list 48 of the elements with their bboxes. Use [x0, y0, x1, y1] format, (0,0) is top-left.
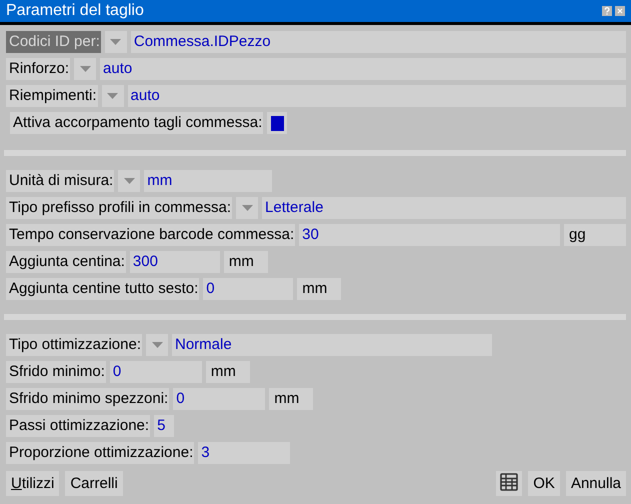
dropdown-field[interactable]: auto — [128, 85, 626, 107]
input-field[interactable]: 300 — [130, 251, 220, 273]
field-label: Aggiunta centine tutto sesto: — [6, 278, 200, 300]
field-label: Proporzione ottimizzazione: — [6, 442, 194, 464]
dropdown-caret-icon[interactable] — [107, 93, 118, 99]
field-label: Codici ID per: — [6, 31, 101, 53]
unit-label: mm — [269, 388, 314, 410]
field-label: Tempo conservazione barcode commessa: — [6, 224, 296, 246]
checkbox[interactable] — [267, 112, 288, 134]
close-icon[interactable] — [615, 6, 625, 16]
help-icon[interactable] — [602, 6, 612, 16]
field-label: Sfrido minimo: — [6, 361, 106, 383]
dropdown-caret-icon[interactable] — [110, 39, 122, 45]
table-icon — [500, 472, 518, 490]
dropdown-field[interactable]: auto — [100, 58, 626, 80]
field-label: Tipo prefisso profili in commessa: — [6, 197, 232, 219]
unit-label: gg — [564, 224, 626, 246]
unit-label: mm — [206, 361, 250, 383]
dropdown-field[interactable]: Commessa.IDPezzo — [130, 31, 626, 53]
dropdown-caret-icon[interactable] — [124, 178, 135, 184]
field-label: Riempimenti: — [6, 85, 98, 107]
dropdown-caret-icon[interactable] — [152, 342, 162, 348]
action-button[interactable]: Carrelli — [65, 471, 123, 496]
action-button[interactable]: Utilizzi — [6, 471, 60, 496]
field-label: Aggiunta centina: — [6, 251, 126, 273]
input-field[interactable]: 30 — [299, 224, 560, 246]
field-label: Sfrido minimo spezzoni: — [6, 388, 170, 410]
unit-label: mm — [297, 278, 342, 300]
dropdown-field[interactable]: Normale — [172, 334, 492, 356]
input-field[interactable]: 0 — [203, 278, 294, 300]
field-label: Passi ottimizzazione: — [6, 415, 150, 437]
input-field[interactable]: 0 — [110, 361, 202, 383]
dropdown-caret-icon[interactable] — [242, 205, 253, 211]
field-label: Unità di misura: — [6, 170, 114, 192]
input-field[interactable]: 0 — [173, 388, 266, 410]
window-title: Parametri del taglio — [6, 2, 144, 20]
field-label: Rinforzo: — [6, 58, 70, 80]
input-field[interactable]: 3 — [198, 442, 290, 464]
unit-label: mm — [224, 251, 268, 273]
dropdown-field[interactable]: mm — [144, 170, 272, 192]
dropdown-caret-icon[interactable] — [80, 66, 91, 72]
field-label: Attiva accorpamento tagli commessa: — [10, 112, 264, 134]
field-label: Tipo ottimizzazione: — [6, 334, 142, 356]
dropdown-field[interactable]: Letterale — [262, 197, 626, 219]
table-button[interactable] — [496, 471, 522, 496]
ok-button[interactable]: OK — [528, 471, 560, 496]
cancel-button[interactable]: Annulla — [566, 471, 626, 496]
input-field[interactable]: 5 — [154, 415, 174, 437]
